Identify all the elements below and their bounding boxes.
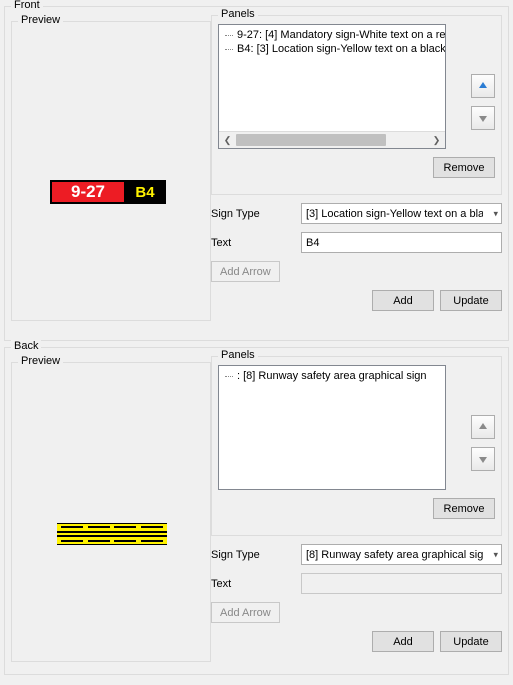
move-down-button[interactable] (471, 447, 495, 471)
dash-row (57, 540, 167, 542)
back-text-input (301, 573, 502, 594)
front-list-hscroll[interactable]: ❮ ❯ (219, 131, 445, 148)
front-sign-preview: 9-27 B4 (50, 180, 166, 204)
arrow-down-icon (477, 453, 489, 465)
scroll-track[interactable] (236, 132, 428, 148)
back-panels-group: Panels : [8] Runway safety area graphica… (211, 356, 502, 536)
front-add-arrow-button: Add Arrow (211, 261, 280, 282)
scroll-left-icon[interactable]: ❮ (219, 132, 236, 149)
front-add-button[interactable]: Add (372, 290, 434, 311)
front-panels-list[interactable]: 9-27: [4] Mandatory sign-White text on a… (218, 24, 446, 149)
list-item[interactable]: B4: [3] Location sign-Yellow text on a b… (219, 42, 445, 56)
move-up-button[interactable] (471, 74, 495, 98)
front-title: Front (11, 0, 43, 11)
solid-row (57, 535, 167, 537)
arrow-up-icon (477, 80, 489, 92)
scroll-thumb[interactable] (236, 134, 386, 146)
dash-row (57, 526, 167, 528)
back-signtype-select[interactable] (301, 544, 502, 565)
list-item[interactable]: 9-27: [4] Mandatory sign-White text on a… (219, 28, 445, 42)
move-down-button[interactable] (471, 106, 495, 130)
front-text-input[interactable] (301, 232, 502, 253)
back-add-button[interactable]: Add (372, 631, 434, 652)
move-up-button[interactable] (471, 415, 495, 439)
back-section: Back Preview Panels : [8] Run (4, 347, 509, 675)
back-signtype-label: Sign Type (211, 549, 301, 561)
back-panels-list[interactable]: : [8] Runway safety area graphical sign (218, 365, 446, 490)
back-title: Back (11, 340, 41, 352)
solid-row (57, 531, 167, 533)
front-text-label: Text (211, 237, 301, 249)
arrow-down-icon (477, 112, 489, 124)
back-preview-group: Preview (11, 362, 211, 662)
back-group: Back Preview Panels : [8] Run (4, 347, 509, 675)
front-remove-button[interactable]: Remove (433, 157, 495, 178)
back-add-arrow-button: Add Arrow (211, 602, 280, 623)
front-preview-group: Preview 9-27 B4 (11, 21, 211, 321)
front-group: Front Preview 9-27 B4 Panels 9-27: [4] M… (4, 6, 509, 341)
back-update-button[interactable]: Update (440, 631, 502, 652)
arrow-up-icon (477, 421, 489, 433)
back-remove-button[interactable]: Remove (433, 498, 495, 519)
scroll-right-icon[interactable]: ❯ (428, 132, 445, 149)
front-signtype-label: Sign Type (211, 208, 301, 220)
front-panels-label: Panels (218, 8, 258, 20)
front-section: Front Preview 9-27 B4 Panels 9-27: [4] M… (4, 6, 509, 341)
front-preview-label: Preview (18, 14, 63, 26)
front-panel-mandatory: 9-27 (52, 182, 126, 202)
front-panel-location: B4 (126, 182, 164, 202)
back-panels-label: Panels (218, 349, 258, 361)
back-text-label: Text (211, 578, 301, 590)
back-sign-preview (57, 523, 167, 545)
back-preview-label: Preview (18, 355, 63, 367)
list-item[interactable]: : [8] Runway safety area graphical sign (219, 369, 445, 383)
front-update-button[interactable]: Update (440, 290, 502, 311)
front-panels-group: Panels 9-27: [4] Mandatory sign-White te… (211, 15, 502, 195)
front-signtype-select[interactable] (301, 203, 502, 224)
